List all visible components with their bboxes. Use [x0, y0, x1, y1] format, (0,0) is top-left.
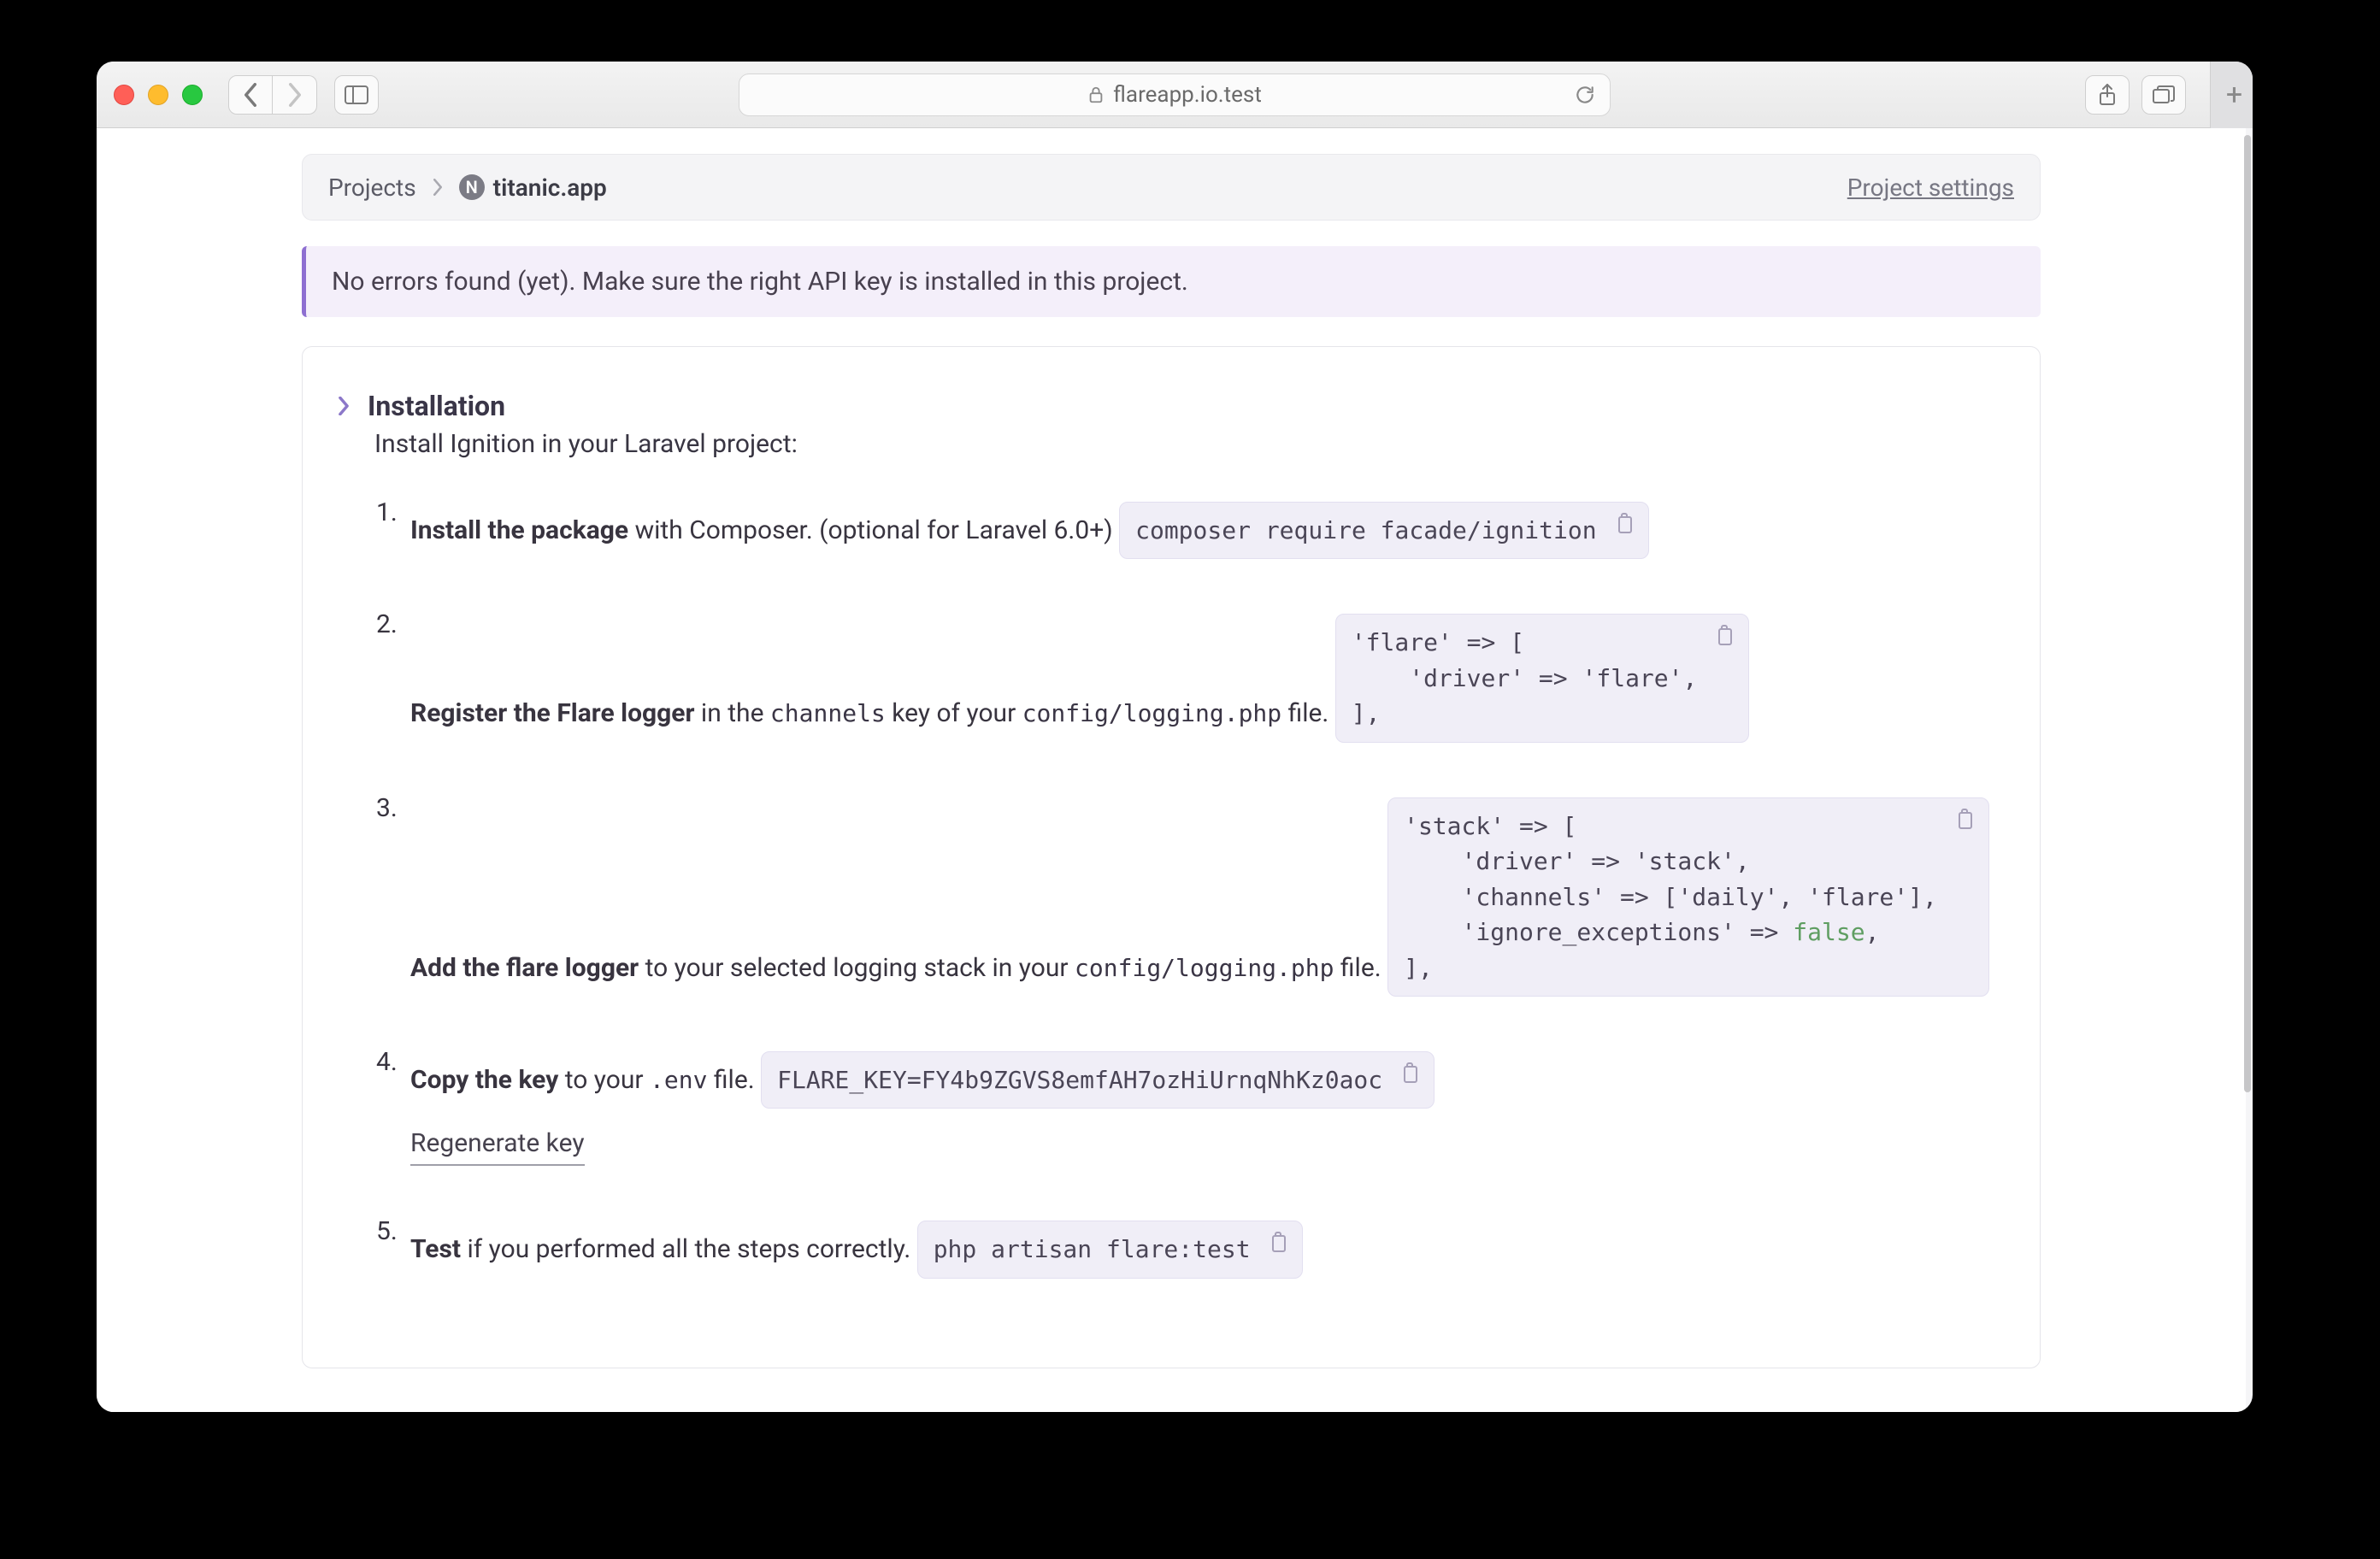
- chevron-right-icon: [432, 179, 444, 196]
- installation-card: Installation Install Ignition in your La…: [302, 346, 2041, 1368]
- url-text: flareapp.io.test: [1113, 82, 1262, 108]
- address-bar[interactable]: flareapp.io.test: [739, 74, 1611, 116]
- step-bold: Register the Flare logger: [410, 698, 694, 728]
- forward-button[interactable]: [273, 75, 317, 115]
- toolbar-right: +: [2085, 62, 2241, 128]
- step-text: key of your: [886, 698, 1022, 728]
- project-settings-link[interactable]: Project settings: [1847, 174, 2014, 202]
- step-text: file.: [1334, 953, 1381, 983]
- page-content: Projects N titanic.app Project settings …: [97, 128, 2246, 1412]
- scrollbar[interactable]: [2244, 135, 2251, 1092]
- installation-heading: Installation: [337, 390, 1992, 422]
- chevron-right-icon: [337, 397, 351, 415]
- step-install-package: Install the package with Composer. (opti…: [410, 493, 1992, 559]
- window-controls: [114, 85, 203, 105]
- alert-text: No errors found (yet). Make sure the rig…: [332, 267, 1188, 297]
- inline-code: config/logging.php: [1022, 699, 1281, 727]
- step-text: with Composer. (optional for Laravel 6.0…: [628, 515, 1113, 545]
- breadcrumb-project[interactable]: titanic.app: [493, 174, 607, 202]
- step-text: in the: [694, 698, 769, 728]
- code-block: 'stack' => [ 'driver' => 'stack', 'chann…: [1387, 797, 1989, 997]
- installation-title: Installation: [368, 390, 505, 422]
- copy-icon[interactable]: [1615, 512, 1639, 536]
- step-text: file.: [1281, 698, 1328, 728]
- back-button[interactable]: [228, 75, 273, 115]
- step-text: to your selected logging stack in your: [639, 953, 1075, 983]
- step-register-logger: Register the Flare logger in the channel…: [410, 605, 1992, 742]
- step-copy-key: Copy the key to your .env file. FLARE_KE…: [410, 1043, 1992, 1166]
- titlebar: flareapp.io.test +: [97, 62, 2253, 128]
- code-block: composer require facade/ignition: [1119, 502, 1648, 559]
- nav-buttons: [228, 75, 317, 115]
- step-test: Test if you performed all the steps corr…: [410, 1212, 1992, 1278]
- inline-code: channels: [770, 699, 886, 727]
- step-bold: Test: [410, 1234, 461, 1264]
- step-bold: Install the package: [410, 515, 628, 545]
- step-bold: Add the flare logger: [410, 953, 639, 983]
- copy-icon[interactable]: [1269, 1231, 1293, 1255]
- no-errors-alert: No errors found (yet). Make sure the rig…: [302, 246, 2041, 317]
- sidebar-toggle-button[interactable]: [334, 75, 379, 115]
- step-add-logger-stack: Add the flare logger to your selected lo…: [410, 789, 1992, 997]
- reload-icon[interactable]: [1574, 84, 1596, 106]
- installation-steps: Install the package with Composer. (opti…: [337, 493, 1992, 1279]
- new-tab-button[interactable]: +: [2210, 62, 2253, 128]
- step-text: file.: [707, 1065, 754, 1095]
- code-block: FLARE_KEY=FY4b9ZGVS8emfAH7ozHiUrnqNhKz0a…: [761, 1051, 1434, 1109]
- code-block: 'flare' => [ 'driver' => 'flare', ],: [1335, 614, 1750, 742]
- browser-window: flareapp.io.test + Projects N titanic.ap…: [97, 62, 2253, 1412]
- step-text: if you performed all the steps correctly…: [461, 1234, 910, 1264]
- inline-code: config/logging.php: [1075, 954, 1334, 982]
- step-bold: Copy the key: [410, 1065, 558, 1095]
- share-button[interactable]: [2085, 75, 2130, 115]
- breadcrumb: Projects N titanic.app Project settings: [302, 154, 2041, 221]
- lock-icon: [1087, 85, 1105, 104]
- copy-icon[interactable]: [1400, 1062, 1424, 1085]
- copy-icon[interactable]: [1715, 624, 1739, 648]
- close-window-button[interactable]: [114, 85, 134, 105]
- breadcrumb-root[interactable]: Projects: [328, 174, 416, 202]
- minimize-window-button[interactable]: [148, 85, 168, 105]
- installation-subtitle: Install Ignition in your Laravel project…: [337, 429, 1992, 459]
- inline-code: .env: [650, 1066, 707, 1094]
- step-text: to your: [558, 1065, 650, 1095]
- project-badge: N: [459, 174, 485, 200]
- maximize-window-button[interactable]: [182, 85, 203, 105]
- tabs-button[interactable]: [2141, 75, 2186, 115]
- copy-icon[interactable]: [1955, 808, 1979, 832]
- regenerate-key-link[interactable]: Regenerate key: [410, 1124, 585, 1166]
- code-block: php artisan flare:test: [917, 1221, 1303, 1278]
